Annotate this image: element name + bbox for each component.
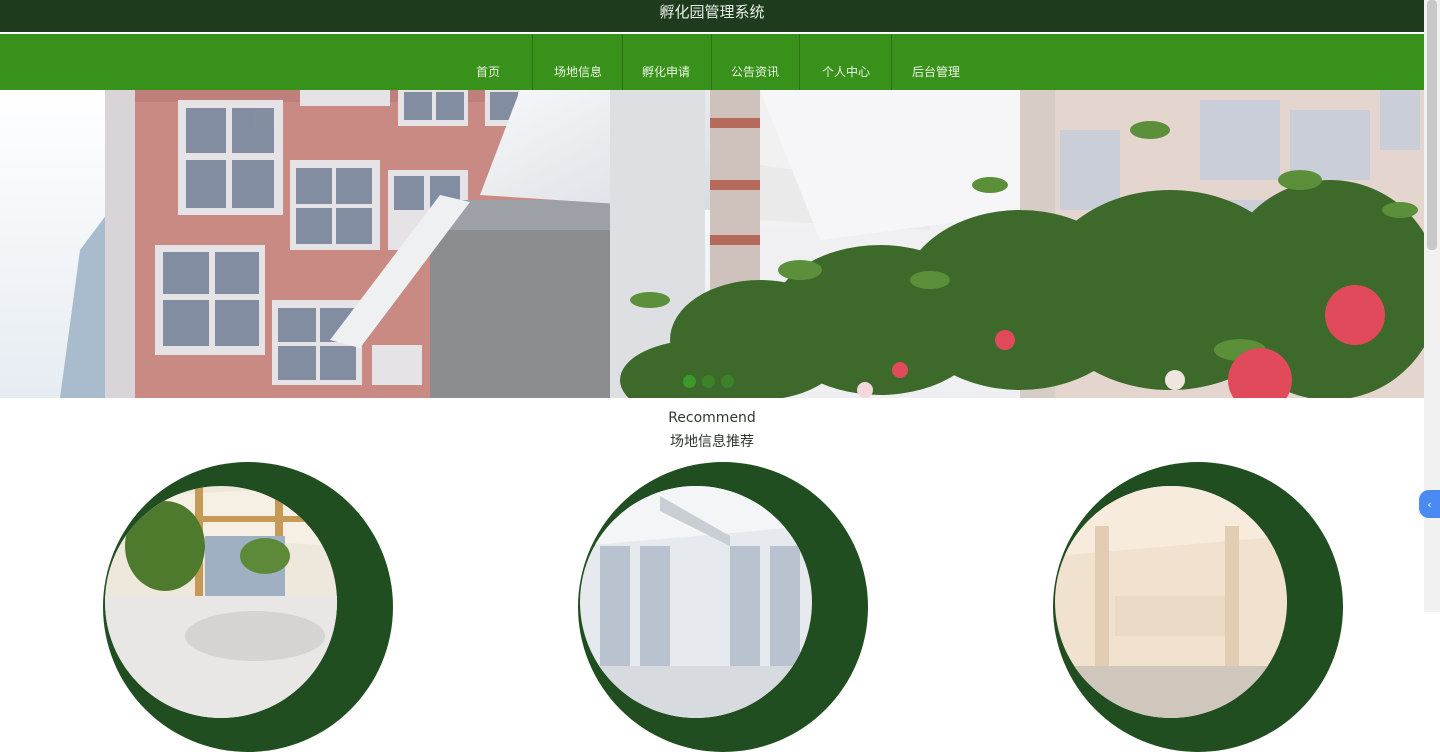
section-title-en: Recommend [668,410,756,426]
nav-item-announcements[interactable]: 公告资讯 [717,34,793,90]
venue-photo [1055,486,1287,718]
main-navigation: 首页 场地信息 孵化申请 公告资讯 个人中心 后台管理 [0,34,1424,90]
venue-photo [105,486,337,718]
carousel-dot[interactable] [702,375,715,388]
site-title: 孵化园管理系统 [659,3,765,21]
nav-divider [799,34,800,90]
chevron-left-icon: ‹ [1427,497,1432,511]
nav-divider [622,34,623,90]
nav-divider [711,34,712,90]
venue-card[interactable] [578,462,868,752]
banner-image [0,90,1424,398]
nav-divider [891,34,892,90]
top-title-bar: 孵化园管理系统 [0,0,1424,32]
venue-card[interactable] [103,462,393,752]
carousel-indicators [683,375,734,388]
carousel-dot[interactable] [721,375,734,388]
banner-carousel[interactable] [0,90,1424,398]
nav-item-incubation-apply[interactable]: 孵化申请 [628,34,704,90]
section-title-cn: 场地信息推荐 [670,434,754,450]
venue-card[interactable] [1053,462,1343,752]
nav-item-home[interactable]: 首页 [458,34,518,90]
nav-item-profile[interactable]: 个人中心 [808,34,884,90]
side-float-button[interactable]: ‹ [1419,490,1440,518]
nav-item-venues[interactable]: 场地信息 [540,34,616,90]
nav-divider [532,34,533,90]
venue-photo [580,486,812,718]
scrollbar-thumb[interactable] [1427,0,1437,250]
nav-item-admin[interactable]: 后台管理 [898,34,974,90]
carousel-dot[interactable] [683,375,696,388]
